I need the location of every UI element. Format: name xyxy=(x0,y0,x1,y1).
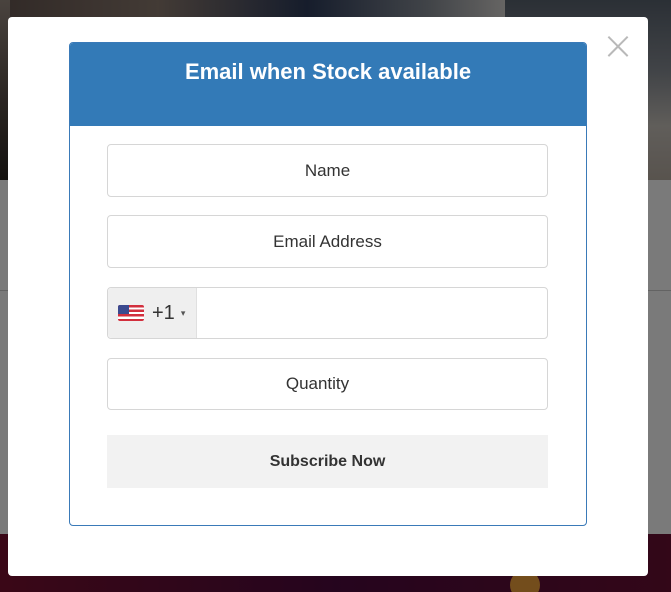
subscribe-button[interactable]: Subscribe Now xyxy=(107,435,548,488)
quantity-placeholder: Quantity xyxy=(285,374,350,393)
us-flag-icon xyxy=(118,305,144,321)
phone-input[interactable]: +1 ▾ xyxy=(107,287,548,339)
dial-code: +1 xyxy=(152,301,175,324)
name-input[interactable]: Name xyxy=(107,144,548,197)
name-placeholder: Name xyxy=(304,160,351,180)
form-title: Email when Stock available xyxy=(184,59,472,84)
close-icon[interactable]: × xyxy=(598,26,638,66)
caret-down-icon: ▾ xyxy=(180,307,186,318)
quantity-input[interactable]: Quantity xyxy=(107,358,548,410)
stock-alert-form: Email when Stock available Name Email Ad… xyxy=(69,42,587,526)
country-code-selector[interactable]: +1 ▾ xyxy=(108,288,197,338)
email-input[interactable]: Email Address xyxy=(107,215,548,268)
email-placeholder: Email Address xyxy=(273,231,382,251)
form-header: Email when Stock available xyxy=(70,43,586,126)
